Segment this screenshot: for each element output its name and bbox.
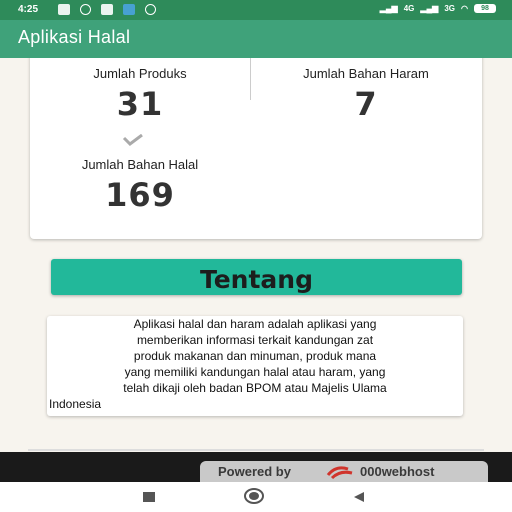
- back-icon[interactable]: [352, 490, 366, 504]
- powered-by-text: Powered by: [218, 464, 291, 479]
- system-icons: ▂▄▆ 4G ▂▄▆ 3G ◠ 98: [380, 4, 496, 13]
- app-notification-icon: [123, 4, 135, 15]
- network-3g-label: 3G: [444, 4, 456, 13]
- battery-icon: 98: [474, 4, 496, 13]
- wifi-icon: ◠: [461, 4, 468, 13]
- powered-by-banner[interactable]: Powered by 000webhost: [200, 461, 488, 483]
- status-time: 4:25: [18, 4, 39, 15]
- stat-halal-label: Jumlah Bahan Halal: [81, 157, 199, 172]
- signal-icon-2: ▂▄▆: [420, 4, 439, 13]
- sync-icon: [80, 4, 91, 15]
- description-card: Aplikasi halal dan haram adalah aplikasi…: [47, 316, 463, 416]
- description-line: Indonesia: [49, 397, 102, 411]
- stats-card: Jumlah Produks 31 Jumlah Bahan Haram 7 J…: [30, 46, 482, 239]
- description-line: telah dikaji oleh badan BPOM atau Majeli…: [123, 381, 387, 395]
- about-button[interactable]: Tentang: [51, 259, 462, 295]
- stat-produk: Jumlah Produks 31: [60, 66, 220, 123]
- mail-icon: [101, 4, 113, 15]
- stat-produk-label: Jumlah Produks: [93, 66, 187, 81]
- signal-icon: ▂▄▆: [379, 4, 398, 13]
- notification-icons: [58, 4, 156, 15]
- content-separator: [28, 449, 484, 451]
- app-title: Aplikasi Halal: [18, 27, 131, 47]
- status-bar: 4:25 ▂▄▆ 4G ▂▄▆ 3G ◠ 98: [0, 0, 512, 20]
- check-icon: [122, 134, 143, 146]
- stat-haram-label: Jumlah Bahan Haram: [303, 66, 429, 81]
- stats-divider: [250, 56, 251, 100]
- circle-icon: [145, 4, 156, 15]
- home-icon[interactable]: [244, 488, 264, 504]
- stat-haram-value: 7: [354, 85, 378, 123]
- description-line: memberikan informasi terkait kandungan z…: [136, 333, 374, 347]
- webhost-logo-icon: [326, 466, 353, 480]
- description-line: produk makanan dan minuman, produk mana: [133, 349, 377, 363]
- powered-by-brand: 000webhost: [360, 464, 435, 479]
- description-line: Aplikasi halal dan haram adalah aplikasi…: [133, 317, 377, 331]
- stat-haram: Jumlah Bahan Haram 7: [266, 66, 466, 123]
- stat-halal: Jumlah Bahan Halal 169: [50, 157, 230, 214]
- image-icon: [58, 4, 70, 15]
- stat-produk-value: 31: [116, 85, 164, 123]
- stat-halal-value: 169: [105, 176, 175, 214]
- description-line: yang memiliki kandungan halal atau haram…: [124, 365, 386, 379]
- recent-apps-icon[interactable]: [143, 492, 155, 502]
- network-4g-label: 4G: [403, 4, 415, 13]
- app-bar: Aplikasi Halal: [0, 20, 512, 58]
